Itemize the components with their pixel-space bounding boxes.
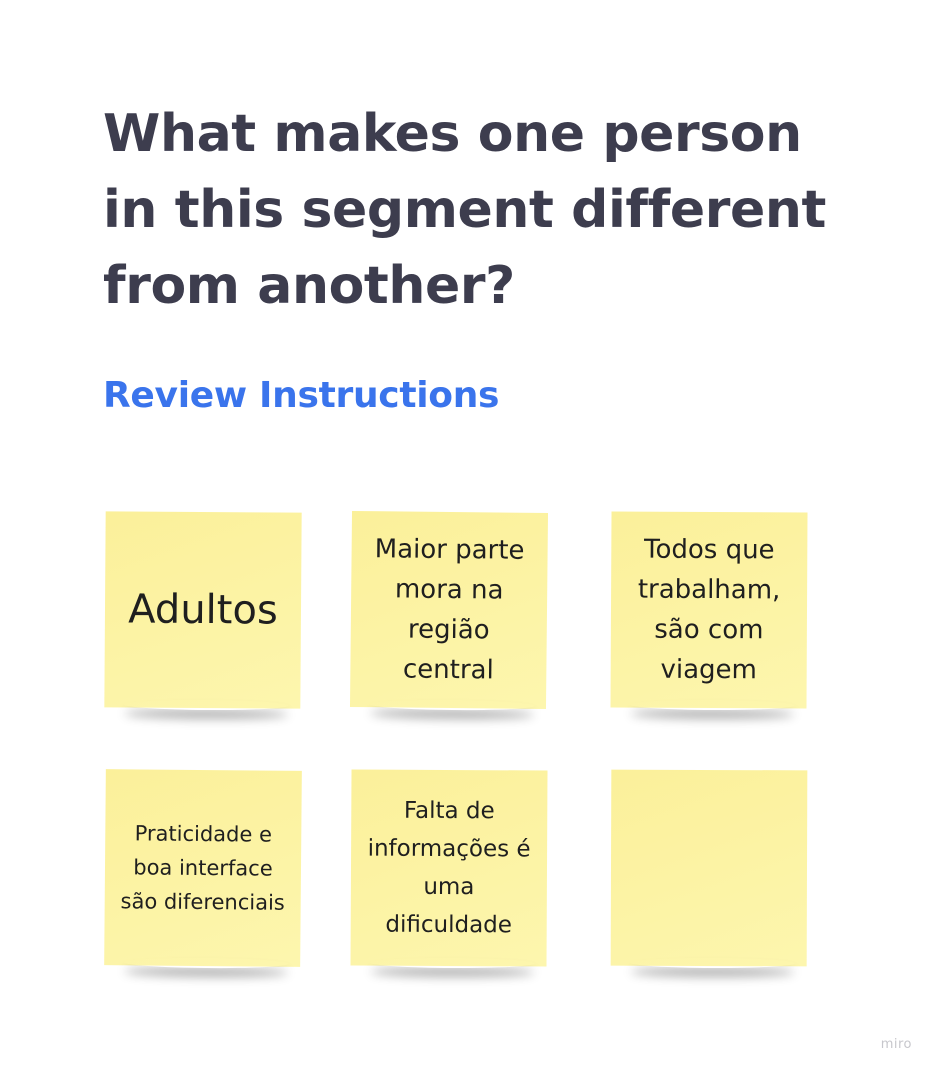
sticky-note-adultos[interactable]: Adultos [104, 511, 302, 709]
sticky-note-regiao-central[interactable]: Maior parte mora na região central [349, 510, 549, 710]
sticky-note-empty[interactable] [610, 769, 808, 967]
review-instructions-link[interactable]: Review Instructions [103, 372, 499, 420]
sticky-note-praticidade[interactable]: Praticidade e boa interface são diferenc… [104, 769, 302, 967]
sticky-note-text: Adultos [128, 586, 278, 634]
sticky-note-text: Praticidade e boa interface são diferenc… [120, 821, 285, 915]
sticky-note-trabalham-viagem[interactable]: Todos que trabalham, são com viagem [610, 511, 808, 709]
sticky-note-text: Maior parte mora na região central [374, 534, 525, 686]
page-title: What makes one person in this segment di… [103, 104, 826, 316]
miro-watermark: miro [880, 1037, 912, 1052]
sticky-note-text: Falta de informações é uma dificuldade [367, 797, 531, 939]
sticky-note-falta-informacoes[interactable]: Falta de informações é uma dificuldade [350, 769, 548, 967]
sticky-note-text: Todos que trabalham, são com viagem [637, 534, 781, 686]
